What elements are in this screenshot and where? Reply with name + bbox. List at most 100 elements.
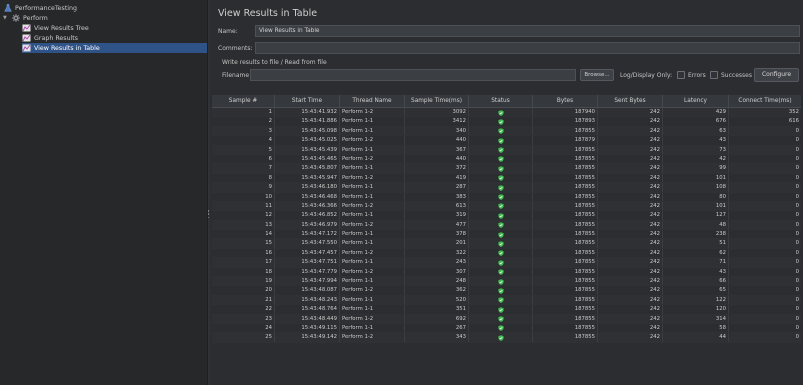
cell-bytes: 187855 bbox=[533, 239, 598, 248]
cell-sample-time: 287 bbox=[405, 183, 469, 192]
column-header-sample-time[interactable]: Sample Time(ms) bbox=[405, 95, 469, 107]
cell-status bbox=[469, 248, 533, 258]
cell-sent-bytes: 242 bbox=[598, 248, 663, 258]
table-row[interactable]: 20 15:43:48.087 Perform 1-2 362 187855 242 65 0 bbox=[212, 286, 801, 296]
table-row[interactable]: 8 15:43:45.947 Perform 1-2 419 187855 242 101 0 bbox=[212, 173, 801, 184]
cell-sample-time: 248 bbox=[405, 277, 469, 286]
column-header-start-time[interactable]: Start Time bbox=[275, 95, 340, 107]
table-row[interactable]: 7 15:43:45.807 Perform 1-1 372 187855 242 99 0 bbox=[212, 164, 801, 174]
cell-bytes: 187855 bbox=[533, 295, 598, 305]
cell-sample: 1 bbox=[212, 108, 275, 117]
tree-node-perform[interactable]: ▼ Perform bbox=[3, 13, 206, 23]
cell-sent-bytes: 242 bbox=[598, 333, 663, 342]
cell-bytes: 187855 bbox=[533, 183, 598, 192]
cell-sent-bytes: 242 bbox=[598, 164, 663, 173]
cell-thread-name: Perform 1-1 bbox=[340, 183, 405, 192]
table-row[interactable]: 12 15:43:46.852 Perform 1-1 319 187855 242 127… bbox=[212, 211, 801, 221]
name-field[interactable]: View Results in Table bbox=[255, 25, 800, 37]
cell-sample-time: 307 bbox=[405, 267, 469, 277]
cell-status bbox=[469, 220, 533, 230]
configure-button[interactable]: Configure bbox=[754, 68, 799, 82]
table-row[interactable]: 15 15:43:47.550 Perform 1-1 201 187855 242 51 0 bbox=[212, 239, 801, 249]
cell-bytes: 187855 bbox=[533, 211, 598, 220]
cell-status bbox=[469, 126, 533, 136]
cell-start-time: 15:43:48.449 bbox=[275, 314, 340, 323]
table-row[interactable]: 18 15:43:47.779 Perform 1-2 307 187855 242 43 0 bbox=[212, 267, 801, 278]
cell-bytes: 187855 bbox=[533, 220, 598, 230]
table-row[interactable]: 24 15:43:49.115 Perform 1-1 267 187855 242 58 0 bbox=[212, 323, 801, 334]
cell-bytes: 187855 bbox=[533, 258, 598, 267]
browse-button[interactable]: Browse... bbox=[580, 69, 614, 81]
cell-thread-name: Perform 1-1 bbox=[340, 145, 405, 154]
successes-checkbox[interactable] bbox=[710, 71, 718, 79]
cell-sent-bytes: 242 bbox=[598, 305, 663, 314]
shield-check-icon bbox=[497, 306, 504, 313]
cell-latency: 99 bbox=[663, 164, 729, 173]
shield-check-icon bbox=[497, 184, 504, 191]
tree-item-view-results-tree[interactable]: View Results Tree bbox=[22, 23, 206, 33]
table-row[interactable]: 19 15:43:47.994 Perform 1-1 248 187855 242 66 0 bbox=[212, 277, 801, 287]
cell-thread-name: Perform 1-1 bbox=[340, 117, 405, 126]
cell-sent-bytes: 242 bbox=[598, 258, 663, 267]
column-header-latency[interactable]: Latency bbox=[663, 95, 729, 107]
cell-sample-time: 3412 bbox=[405, 117, 469, 126]
table-row[interactable]: 21 15:43:48.243 Perform 1-1 520 187855 242 122… bbox=[212, 295, 801, 306]
cell-status bbox=[469, 314, 533, 323]
table-body: 1 15:43:41.932 Perform 1-2 3092 187940 242 429… bbox=[212, 108, 801, 343]
cell-sample: 16 bbox=[212, 248, 275, 258]
cell-status bbox=[469, 239, 533, 248]
table-row[interactable]: 1 15:43:41.932 Perform 1-2 3092 187940 242 429… bbox=[212, 108, 801, 118]
cell-bytes: 187855 bbox=[533, 164, 598, 173]
shield-check-icon bbox=[497, 231, 504, 238]
column-header-sample[interactable]: Sample # bbox=[212, 95, 275, 107]
tree-node-root[interactable]: PerformanceTesting bbox=[3, 3, 206, 13]
cell-start-time: 15:43:45.465 bbox=[275, 154, 340, 164]
cell-latency: 44 bbox=[663, 333, 729, 342]
cell-start-time: 15:43:47.751 bbox=[275, 258, 340, 267]
cell-sample: 3 bbox=[212, 126, 275, 136]
shield-check-icon bbox=[497, 109, 504, 116]
column-header-status[interactable]: Status bbox=[469, 95, 533, 107]
cell-sample-time: 477 bbox=[405, 220, 469, 230]
chevron-down-icon[interactable]: ▼ bbox=[3, 14, 10, 22]
table-row[interactable]: 3 15:43:45.098 Perform 1-1 340 187855 242 63 0 bbox=[212, 126, 801, 137]
shield-check-icon bbox=[497, 222, 504, 229]
flask-icon bbox=[3, 4, 12, 12]
column-header-bytes[interactable]: Bytes bbox=[533, 95, 598, 107]
tree-item-view-results-in-table[interactable]: View Results in Table bbox=[22, 43, 207, 53]
table-row[interactable]: 22 15:43:48.764 Perform 1-1 351 187855 242 120… bbox=[212, 305, 801, 315]
comments-field[interactable] bbox=[255, 42, 800, 54]
cell-latency: 127 bbox=[663, 211, 729, 220]
cell-connect-time: 0 bbox=[795, 249, 799, 256]
table-row[interactable]: 25 15:43:49.142 Perform 1-2 343 187855 242 44 0 bbox=[212, 333, 801, 343]
table-row[interactable]: 4 15:43:45.025 Perform 1-2 440 187879 242 43 0 bbox=[212, 136, 801, 146]
table-row[interactable]: 9 15:43:46.180 Perform 1-1 287 187855 242 108 0 bbox=[212, 183, 801, 193]
table-row[interactable]: 6 15:43:45.465 Perform 1-2 440 187855 242 42 0 bbox=[212, 154, 801, 165]
column-header-thread-name[interactable]: Thread Name bbox=[340, 95, 405, 107]
cell-bytes: 187855 bbox=[533, 154, 598, 164]
tree-item-graph-results[interactable]: Graph Results bbox=[22, 33, 206, 43]
table-row[interactable]: 10 15:43:46.468 Perform 1-1 383 187855 242 80 0 bbox=[212, 192, 801, 202]
table-row[interactable]: 14 15:43:47.172 Perform 1-1 378 187855 242 238… bbox=[212, 230, 801, 240]
cell-sample-time: 267 bbox=[405, 323, 469, 333]
cell-thread-name: Perform 1-2 bbox=[340, 267, 405, 277]
column-header-sent-bytes[interactable]: Sent Bytes bbox=[598, 95, 663, 107]
cell-sample: 21 bbox=[212, 295, 275, 305]
table-row[interactable]: 11 15:43:46.366 Perform 1-2 613 187855 242 101… bbox=[212, 201, 801, 212]
cell-status bbox=[469, 295, 533, 305]
errors-checkbox[interactable] bbox=[677, 71, 685, 79]
cell-sent-bytes: 242 bbox=[598, 173, 663, 183]
table-row[interactable]: 5 15:43:45.439 Perform 1-1 367 187855 242 73 0 bbox=[212, 145, 801, 155]
table-row[interactable]: 16 15:43:47.457 Perform 1-2 322 187855 242 62 0 bbox=[212, 248, 801, 259]
table-row[interactable]: 23 15:43:48.449 Perform 1-2 692 187855 242 314… bbox=[212, 314, 801, 324]
cell-start-time: 15:43:47.779 bbox=[275, 267, 340, 277]
column-header-connect-time[interactable]: Connect Time(ms) bbox=[729, 95, 801, 107]
table-row[interactable]: 17 15:43:47.751 Perform 1-1 243 187855 242 71 0 bbox=[212, 258, 801, 268]
cell-status bbox=[469, 286, 533, 295]
shield-check-icon bbox=[497, 316, 504, 322]
table-row[interactable]: 2 15:43:41.886 Perform 1-1 3412 187893 242 676… bbox=[212, 117, 801, 127]
table-row[interactable]: 13 15:43:46.979 Perform 1-2 477 187855 242 48 0 bbox=[212, 220, 801, 231]
filename-field[interactable] bbox=[250, 69, 576, 81]
cell-sample: 9 bbox=[212, 183, 275, 192]
cell-thread-name: Perform 1-1 bbox=[340, 230, 405, 239]
